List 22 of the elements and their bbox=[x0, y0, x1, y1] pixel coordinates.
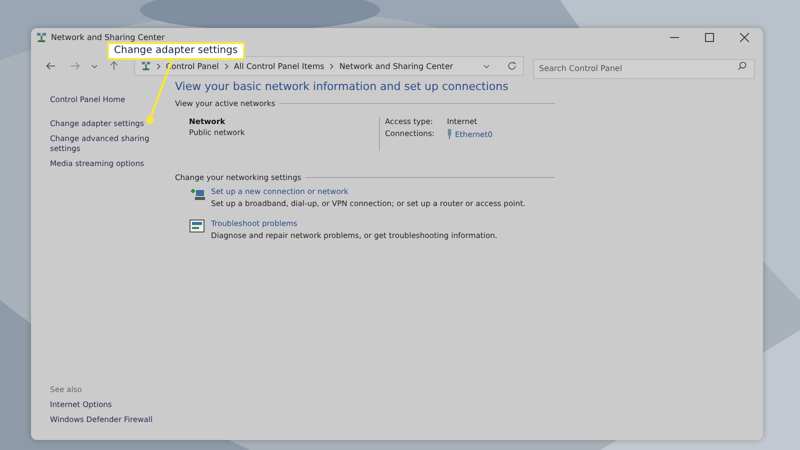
maximize-icon[interactable] bbox=[705, 32, 714, 42]
chevron-right-icon bbox=[329, 62, 334, 70]
refresh-icon[interactable] bbox=[507, 61, 517, 71]
troubleshoot-icon bbox=[189, 219, 205, 233]
up-arrow-icon[interactable] bbox=[108, 61, 119, 71]
search-icon[interactable] bbox=[737, 61, 747, 71]
callout-label: Change adapter settings bbox=[107, 42, 245, 60]
network-icon bbox=[36, 32, 47, 42]
network-plus-icon bbox=[189, 187, 205, 201]
page-heading: View your basic network information and set up connections bbox=[175, 80, 510, 93]
chevron-down-icon[interactable] bbox=[483, 64, 490, 68]
breadcrumb[interactable]: Network and Sharing Center bbox=[339, 62, 454, 70]
breadcrumb[interactable]: All Control Panel Items bbox=[234, 62, 324, 70]
ethernet-icon bbox=[447, 129, 452, 139]
chevron-down-icon[interactable] bbox=[90, 64, 98, 68]
chevron-right-icon bbox=[224, 62, 229, 70]
back-arrow-icon[interactable] bbox=[46, 61, 56, 71]
network-icon bbox=[140, 61, 151, 71]
chevron-right-icon bbox=[156, 62, 161, 70]
search-field[interactable]: Search Control Panel bbox=[533, 58, 755, 78]
window-title: Network and Sharing Center bbox=[51, 32, 165, 42]
close-icon[interactable] bbox=[740, 32, 749, 42]
